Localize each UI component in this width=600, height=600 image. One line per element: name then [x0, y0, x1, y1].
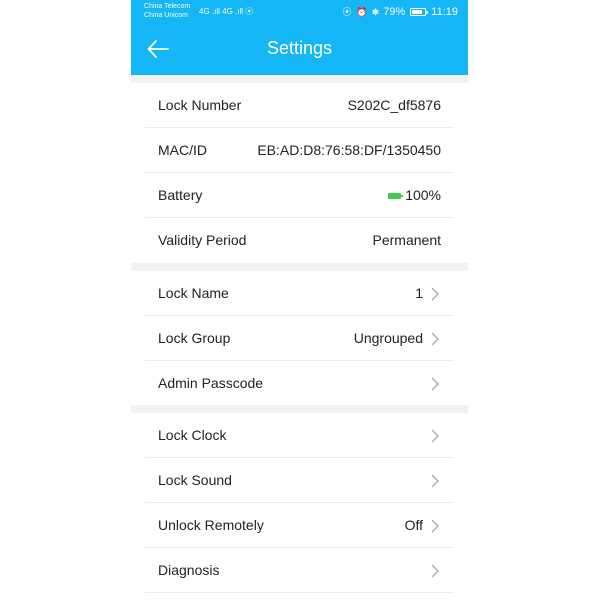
lock-group-label: Lock Group: [158, 330, 231, 346]
chevron-right-icon: [431, 332, 440, 346]
status-icons: ⦿ ⏰ ✱: [342, 7, 381, 17]
battery-level-icon: [388, 192, 404, 199]
diagnosis-label: Diagnosis: [158, 562, 220, 578]
battery-label: Battery: [158, 187, 203, 203]
row-diagnosis[interactable]: Diagnosis: [145, 548, 454, 593]
page-title: Settings: [266, 38, 333, 58]
row-unlock-remotely[interactable]: Unlock Remotely Off: [145, 503, 454, 548]
row-lock-group[interactable]: Lock Group Ungrouped: [145, 316, 454, 361]
battery-value-wrap: 100%: [388, 173, 441, 218]
row-lock-sound[interactable]: Lock Sound: [145, 458, 454, 503]
lock-name-label: Lock Name: [158, 285, 229, 301]
unlock-remotely-value: Off: [404, 517, 423, 533]
carrier-names: China Telecom China Unicom: [144, 2, 190, 20]
row-battery: Battery 100%: [145, 173, 454, 218]
lock-sound-label: Lock Sound: [158, 472, 232, 488]
chevron-right-icon: [431, 519, 440, 533]
carrier-1: China Telecom: [144, 3, 191, 10]
row-admin-passcode[interactable]: Admin Passcode: [145, 361, 454, 406]
lock-clock-label: Lock Clock: [158, 427, 227, 443]
clock-time: 11:19: [431, 5, 458, 18]
status-right: ⦿ ⏰ ✱ 79% 11:19: [343, 5, 459, 18]
row-lock-number: Lock Number S202C_df5876: [145, 83, 454, 128]
chevron-right-icon: [431, 377, 440, 391]
chevron-right-icon: [431, 474, 440, 488]
row-validity-period: Validity Period Permanent: [145, 218, 454, 263]
lock-number-label: Lock Number: [158, 97, 242, 113]
carrier-2: China Unicom: [144, 12, 188, 19]
lock-settings-group-2: Lock Clock Lock Sound Unlock Remotely Of…: [131, 413, 468, 600]
validity-period-label: Validity Period: [158, 232, 247, 248]
chevron-right-icon: [431, 564, 440, 578]
admin-passcode-label: Admin Passcode: [158, 375, 264, 391]
row-lock-clock[interactable]: Lock Clock: [145, 413, 454, 458]
row-lock-name[interactable]: Lock Name 1: [145, 271, 454, 316]
lock-info-group: Lock Number S202C_df5876 MAC/ID EB:AD:D8…: [131, 83, 468, 263]
mac-id-label: MAC/ID: [158, 142, 207, 158]
lock-settings-group-1: Lock Name 1 Lock Group Ungrouped Admin P…: [131, 271, 468, 405]
status-bar: China Telecom China Unicom 4G .ıll 4G .ı…: [131, 0, 468, 24]
validity-period-value: Permanent: [372, 232, 441, 248]
chevron-right-icon: [431, 429, 440, 443]
lock-name-value: 1: [415, 285, 423, 301]
row-mac-id: MAC/ID EB:AD:D8:76:58:DF/1350450: [145, 128, 454, 173]
battery-percent: 79%: [383, 5, 406, 18]
mac-id-value: EB:AD:D8:76:58:DF/1350450: [257, 142, 441, 158]
signal-icon: 4G .ıll 4G .ıll ⦿: [199, 7, 254, 16]
unlock-remotely-label: Unlock Remotely: [158, 517, 264, 533]
battery-icon: [410, 7, 429, 16]
phone-screen: China Telecom China Unicom 4G .ıll 4G .ı…: [131, 0, 468, 600]
battery-value: 100%: [405, 187, 441, 203]
lock-group-value: Ungrouped: [353, 330, 423, 346]
chevron-right-icon: [431, 287, 440, 301]
app-header: China Telecom China Unicom 4G .ıll 4G .ı…: [131, 0, 468, 75]
lock-number-value: S202C_df5876: [347, 97, 441, 113]
